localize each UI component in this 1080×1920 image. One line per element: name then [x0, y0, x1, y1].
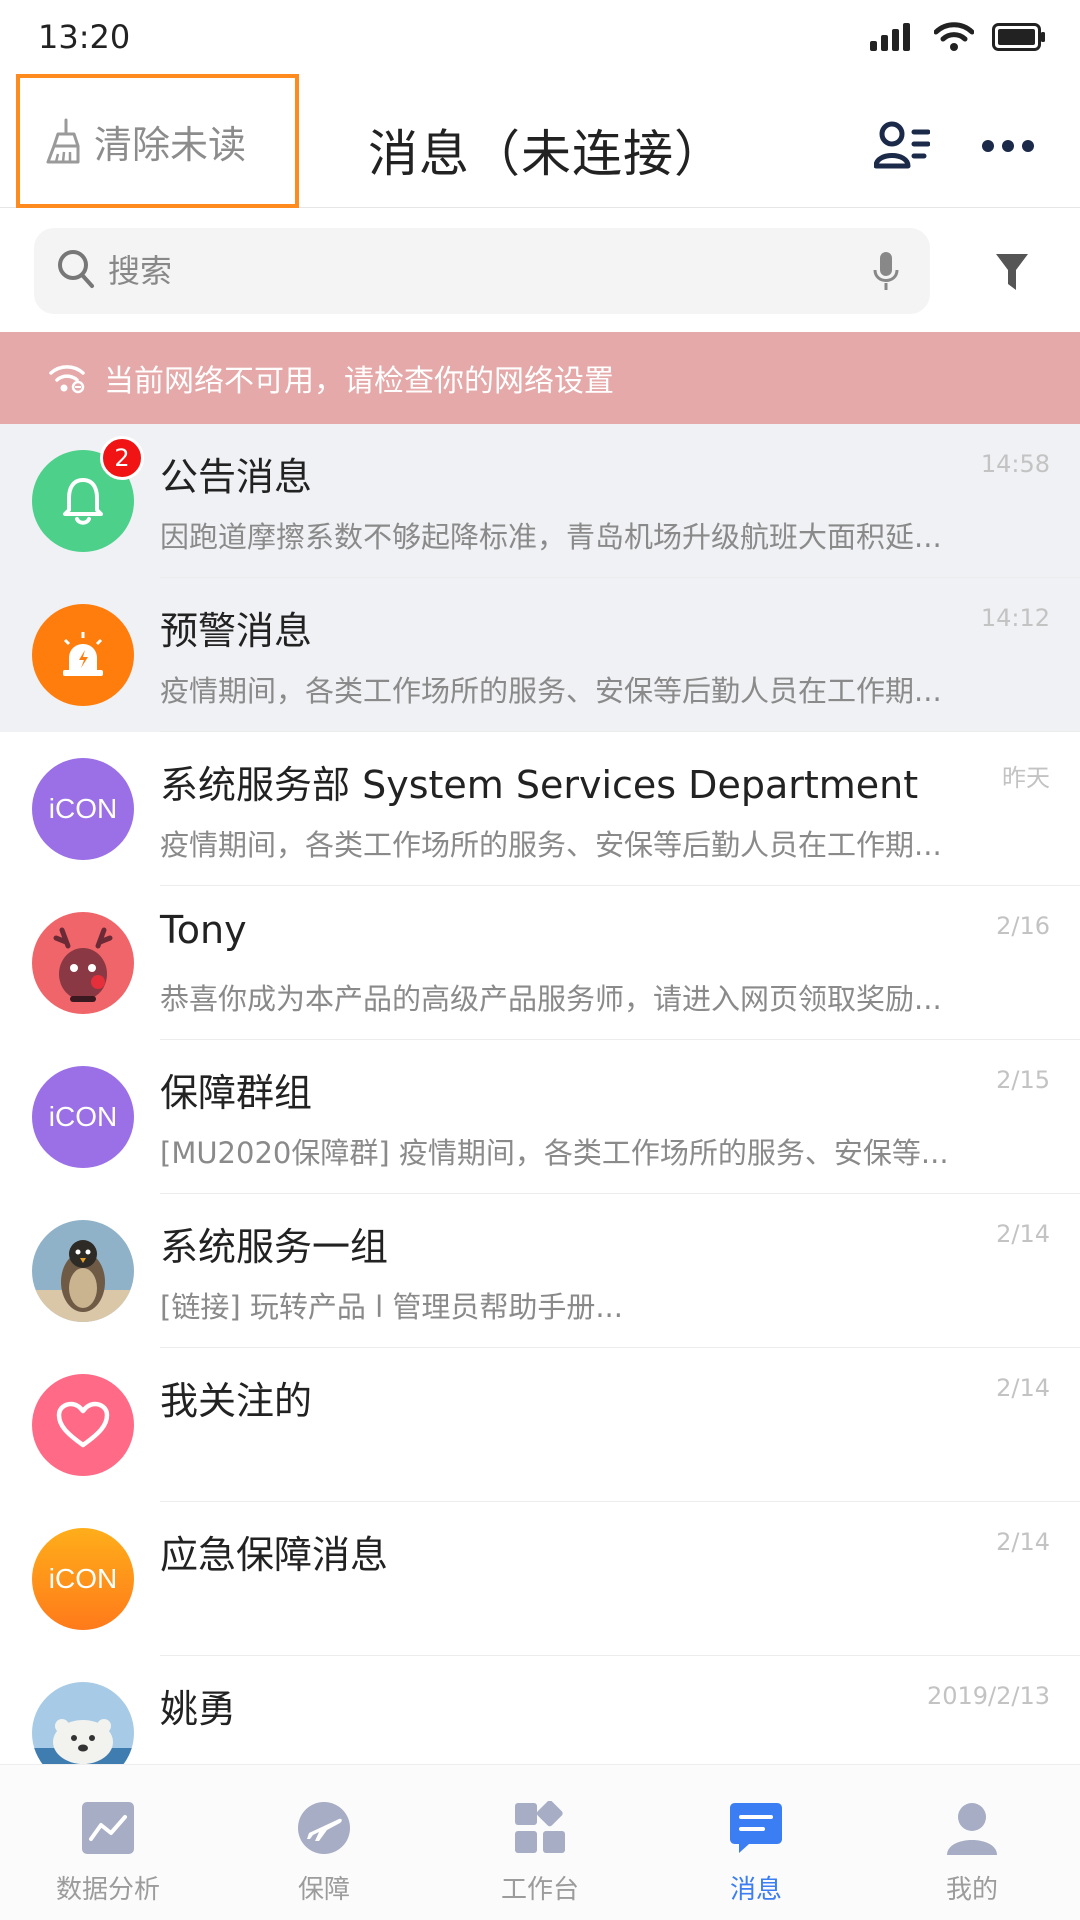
- filter-icon[interactable]: [994, 252, 1030, 292]
- avatar: iCON: [32, 758, 134, 860]
- network-error-banner: 当前网络不可用，请检查你的网络设置: [0, 332, 1080, 424]
- status-bar: 13:20: [0, 0, 1080, 80]
- conversation-name: 系统服务部 System Services Department: [160, 763, 919, 807]
- network-error-text: 当前网络不可用，请检查你的网络设置: [104, 364, 614, 399]
- conversation-time: 昨天: [1002, 764, 1050, 792]
- clear-unread-button[interactable]: 清除未读: [16, 74, 299, 208]
- avatar-text: iCON: [48, 1101, 118, 1132]
- mic-icon[interactable]: [872, 250, 900, 294]
- conversation-item[interactable]: 姚勇 2019/2/13: [0, 1656, 1080, 1764]
- avatar: iCON: [32, 1528, 134, 1630]
- avatar: [32, 912, 134, 1014]
- status-icons: [870, 22, 1046, 52]
- tab-label: 消息: [729, 1875, 782, 1905]
- avatar-text: iCON: [48, 1563, 118, 1594]
- conversation-time: 2/14: [996, 1528, 1050, 1556]
- conversation-time: 2019/2/13: [926, 1682, 1050, 1710]
- polar-bear-avatar: [32, 1719, 134, 1764]
- unread-badge: 2: [100, 436, 144, 480]
- clear-unread-label: 清除未读: [94, 122, 247, 167]
- avatar: [32, 1374, 134, 1476]
- search-icon: [58, 250, 94, 288]
- bell-icon: [63, 478, 103, 525]
- tab-workbench[interactable]: 工作台: [432, 1765, 648, 1920]
- conversation-name: Tony: [160, 908, 247, 952]
- broom-icon: [46, 118, 80, 164]
- conversation-name: 公告消息: [160, 455, 313, 499]
- contacts-icon[interactable]: [874, 120, 930, 170]
- search-input[interactable]: [108, 228, 828, 314]
- reindeer-avatar: [53, 927, 113, 1002]
- conversation-name: 系统服务一组: [160, 1225, 389, 1269]
- conversation-name: 我关注的: [160, 1379, 313, 1423]
- battery-icon: [992, 23, 1045, 51]
- status-time: 13:20: [38, 18, 131, 56]
- grid-icon: [515, 1801, 565, 1853]
- wifi-off-icon: [49, 365, 85, 394]
- conversation-item[interactable]: iCON 应急保障消息 2/14: [0, 1502, 1080, 1656]
- wifi-icon: [934, 22, 974, 51]
- avatar: [32, 1220, 134, 1322]
- plane-icon: [298, 1802, 350, 1854]
- conversation-time: 2/14: [996, 1220, 1050, 1248]
- conversation-item[interactable]: 我关注的 2/14: [0, 1348, 1080, 1502]
- conversation-preview: [MU2020保障群] 疫情期间，各类工作场所的服务、安保等...: [160, 1136, 949, 1170]
- conversation-preview: 疫情期间，各类工作场所的服务、安保等后勤人员在工作期...: [160, 828, 942, 862]
- tab-label: 我的: [945, 1875, 998, 1905]
- tab-label: 保障: [297, 1875, 350, 1905]
- avatar-text: iCON: [48, 793, 118, 824]
- heart-icon: [56, 1401, 110, 1448]
- bottom-tab-bar: 数据分析 保障 工作台 消息 我的: [0, 1764, 1080, 1920]
- conversation-time: 14:58: [980, 450, 1050, 478]
- conversation-time: 2/15: [996, 1066, 1050, 1094]
- user-icon: [947, 1803, 997, 1855]
- search-row: [0, 208, 1080, 330]
- tab-support[interactable]: 保障: [216, 1765, 432, 1920]
- tab-label: 工作台: [500, 1875, 579, 1905]
- conversation-name: 保障群组: [160, 1071, 313, 1115]
- avatar: [32, 1682, 134, 1764]
- avatar: [32, 604, 134, 706]
- conversation-item[interactable]: 系统服务一组 [链接] 玩转产品 l 管理员帮助手册... 2/14: [0, 1194, 1080, 1348]
- conversation-preview: 恭喜你成为本产品的高级产品服务师，请进入网页领取奖励...: [160, 982, 942, 1016]
- conversation-name: 预警消息: [160, 609, 313, 653]
- conversation-item[interactable]: Tony 恭喜你成为本产品的高级产品服务师，请进入网页领取奖励... 2/16: [0, 886, 1080, 1040]
- conversation-preview: 因跑道摩擦系数不够起降标准，青岛机场升级航班大面积延...: [160, 520, 942, 554]
- conversation-name: 姚勇: [160, 1687, 237, 1731]
- chart-icon: [82, 1802, 134, 1854]
- conversation-time: 14:12: [980, 604, 1050, 632]
- tab-data-analysis[interactable]: 数据分析: [0, 1765, 216, 1920]
- more-icon[interactable]: [980, 136, 1036, 156]
- conversation-item[interactable]: 2 公告消息 因跑道摩擦系数不够起降标准，青岛机场升级航班大面积延... 14:…: [0, 424, 1080, 578]
- conversation-item[interactable]: 预警消息 疫情期间，各类工作场所的服务、安保等后勤人员在工作期... 14:12: [0, 578, 1080, 732]
- conversation-time: 2/14: [996, 1374, 1050, 1402]
- message-icon: [730, 1803, 782, 1853]
- tab-messages[interactable]: 消息: [648, 1765, 864, 1920]
- alarm-icon: [63, 632, 103, 676]
- tab-me[interactable]: 我的: [864, 1765, 1080, 1920]
- conversation-time: 2/16: [996, 912, 1050, 940]
- conversation-item[interactable]: iCON 系统服务部 System Services Department 疫情…: [0, 732, 1080, 886]
- signal-icon: [870, 23, 910, 51]
- avatar: iCON: [32, 1066, 134, 1168]
- penguin-avatar: [32, 1240, 134, 1322]
- conversation-item[interactable]: iCON 保障群组 [MU2020保障群] 疫情期间，各类工作场所的服务、安保等…: [0, 1040, 1080, 1194]
- tab-label: 数据分析: [55, 1875, 160, 1905]
- nav-bar: 清除未读 消息（未连接）: [0, 74, 1080, 208]
- conversation-name: 应急保障消息: [160, 1533, 389, 1577]
- page-title: 消息（未连接）: [368, 125, 725, 183]
- conversation-preview: [链接] 玩转产品 l 管理员帮助手册...: [160, 1290, 623, 1324]
- conversation-preview: 疫情期间，各类工作场所的服务、安保等后勤人员在工作期...: [160, 674, 942, 708]
- search-box[interactable]: [34, 228, 930, 314]
- conversation-list: 2 公告消息 因跑道摩擦系数不够起降标准，青岛机场升级航班大面积延... 14:…: [0, 424, 1080, 1764]
